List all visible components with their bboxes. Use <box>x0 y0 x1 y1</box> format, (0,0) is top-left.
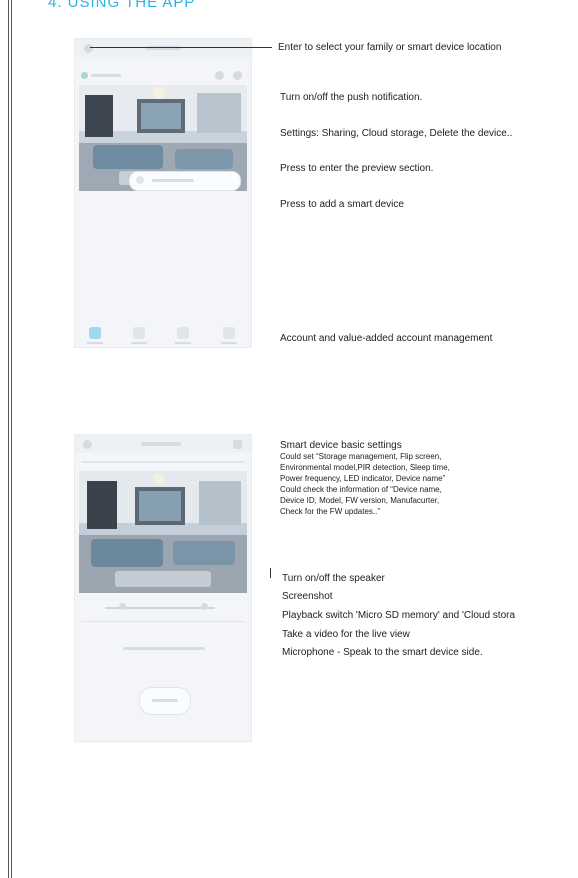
nav-label-placeholder <box>87 342 103 344</box>
add-device-button <box>129 171 241 191</box>
device-settings-details: Could set “Storage management, Flip scre… <box>280 451 450 517</box>
add-device-label-placeholder <box>152 179 194 182</box>
record-microphone-button <box>139 687 191 715</box>
nav-home-icon <box>89 327 101 339</box>
callout-push-notification: Turn on/off the push notification. <box>280 92 423 103</box>
status-line-placeholder <box>81 461 245 463</box>
settings-detail-line: Device ID, Model, FW version, Manufacurt… <box>280 496 440 505</box>
live-view-video <box>79 471 247 593</box>
nav-label-placeholder <box>175 342 191 344</box>
settings-detail-line: Could set “Storage management, Flip scre… <box>280 452 442 461</box>
device-settings-icon <box>233 440 242 449</box>
settings-detail-line: Environmental model,PIR detection, Sleep… <box>280 463 450 472</box>
nav-label-placeholder <box>131 342 147 344</box>
callout-leader-line <box>90 47 272 48</box>
nav-smart-icon <box>133 327 145 339</box>
settings-detail-line: Could check the information of “Device n… <box>280 485 442 494</box>
settings-gear-icon <box>233 71 242 80</box>
speaker-icon <box>119 603 126 610</box>
device-name-placeholder <box>91 74 121 77</box>
nav-message-icon <box>177 327 189 339</box>
callout-record-video: Take a video for the live view <box>282 629 410 640</box>
page-left-border <box>8 0 12 878</box>
device-status-icon <box>81 72 88 79</box>
section-heading: 4. USING THE APP <box>48 0 196 11</box>
nav-label-placeholder <box>221 342 237 344</box>
callout-settings: Settings: Sharing, Cloud storage, Delete… <box>280 128 513 139</box>
callout-microphone: Microphone - Speak to the smart device s… <box>282 647 483 658</box>
record-label-placeholder <box>152 699 178 702</box>
notification-icon <box>215 71 224 80</box>
playback-label-placeholder <box>123 647 205 650</box>
add-icon <box>136 176 144 184</box>
callout-location: Enter to select your family or smart dev… <box>278 42 502 53</box>
callout-playback-switch: Playback switch 'Micro SD memory' and 'C… <box>282 610 516 621</box>
live-view-title-placeholder <box>141 442 181 446</box>
callout-account: Account and value-added account manageme… <box>280 333 493 344</box>
app-live-view-screenshot <box>74 434 252 742</box>
settings-detail-line: Check for the FW updates..” <box>280 507 381 516</box>
playback-source-placeholder <box>81 621 245 622</box>
callout-add-device: Press to add a smart device <box>280 199 404 210</box>
callout-preview: Press to enter the preview section. <box>280 163 434 174</box>
callout-tick-mark <box>270 568 271 578</box>
callout-speaker: Turn on/off the speaker <box>282 573 385 584</box>
back-arrow-icon <box>83 440 92 449</box>
nav-account-icon <box>223 327 235 339</box>
callout-screenshot: Screenshot <box>282 591 333 602</box>
location-menu-icon <box>84 44 93 53</box>
app-home-screenshot <box>74 38 252 348</box>
settings-detail-line: Power frequency, LED indicator, Device n… <box>280 474 446 483</box>
screenshot-icon <box>201 603 208 610</box>
